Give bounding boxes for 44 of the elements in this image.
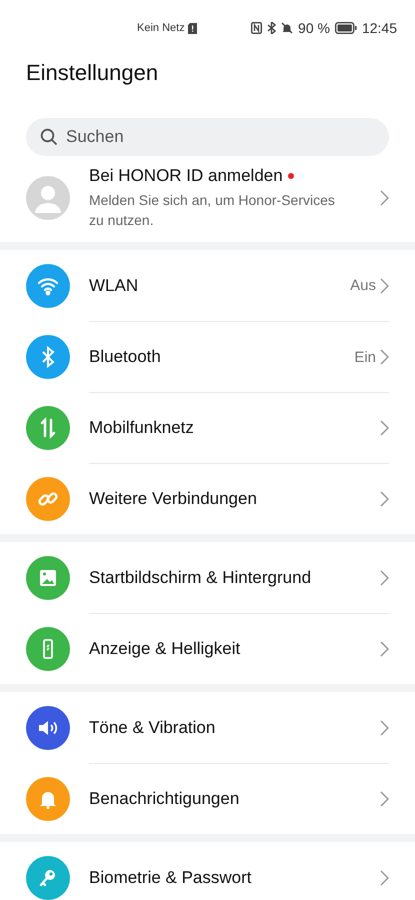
item-value: Ein — [354, 348, 376, 366]
item-label: WLAN — [89, 276, 140, 296]
battery-icon — [334, 22, 357, 34]
settings-item[interactable]: Benachrichtigungen — [0, 763, 415, 834]
item-label: Mobilfunknetz — [89, 418, 195, 438]
sim-alert-icon — [188, 22, 197, 34]
item-label: Anzeige & Helligkeit — [89, 639, 242, 659]
chevron-icon — [380, 791, 389, 807]
clock-time: 12:45 — [362, 20, 397, 36]
bluetooth-icon — [267, 22, 276, 34]
settings-item[interactable]: Anzeige & Helligkeit — [0, 613, 415, 684]
chevron-icon — [380, 278, 389, 294]
settings-item[interactable]: Töne & Vibration — [0, 692, 415, 763]
item-label: Biometrie & Passwort — [89, 868, 252, 888]
chevron-icon — [380, 570, 389, 586]
settings-item[interactable]: Startbildschirm & Hintergrund — [0, 542, 415, 613]
page-title: Einstellungen — [25, 59, 160, 87]
chevron-icon — [380, 491, 389, 507]
settings-item[interactable]: WLAN Aus — [0, 250, 415, 321]
search-icon — [40, 128, 58, 146]
chevron-icon — [380, 870, 389, 886]
settings-item[interactable]: Bluetooth Ein — [0, 321, 415, 392]
chevron-icon — [380, 349, 389, 365]
settings-item[interactable]: Mobilfunknetz — [0, 392, 415, 463]
avatar-icon — [26, 176, 70, 220]
item-value: Aus — [350, 277, 376, 294]
account-row[interactable]: Bei HONOR ID anmelden Melden Sie sich an, um Honor-Services zu nutzen. — [0, 156, 415, 238]
chevron-icon — [380, 190, 389, 206]
battery-percent: 90 % — [298, 20, 330, 36]
carrier-text: Kein Netz — [137, 22, 185, 34]
settings-item[interactable]: Weitere Verbindungen — [0, 463, 415, 534]
account-title: Bei HONOR ID anmelden — [89, 166, 283, 186]
nfc-icon — [251, 22, 262, 34]
muted-bell-icon — [281, 22, 294, 34]
item-label: Töne & Vibration — [89, 718, 216, 738]
chevron-icon — [380, 720, 389, 736]
account-subtitle: Melden Sie sich an, um Honor-Services zu nutzen. — [89, 191, 336, 230]
chevron-icon — [380, 641, 389, 657]
item-label: Benachrichtigungen — [89, 789, 240, 809]
settings-item[interactable]: Biometrie & Passwort — [0, 842, 415, 900]
item-label: Weitere Verbindungen — [89, 489, 258, 509]
chevron-icon — [380, 420, 389, 436]
item-label: Startbildschirm & Hintergrund — [89, 568, 312, 588]
item-label: Bluetooth — [89, 347, 162, 367]
